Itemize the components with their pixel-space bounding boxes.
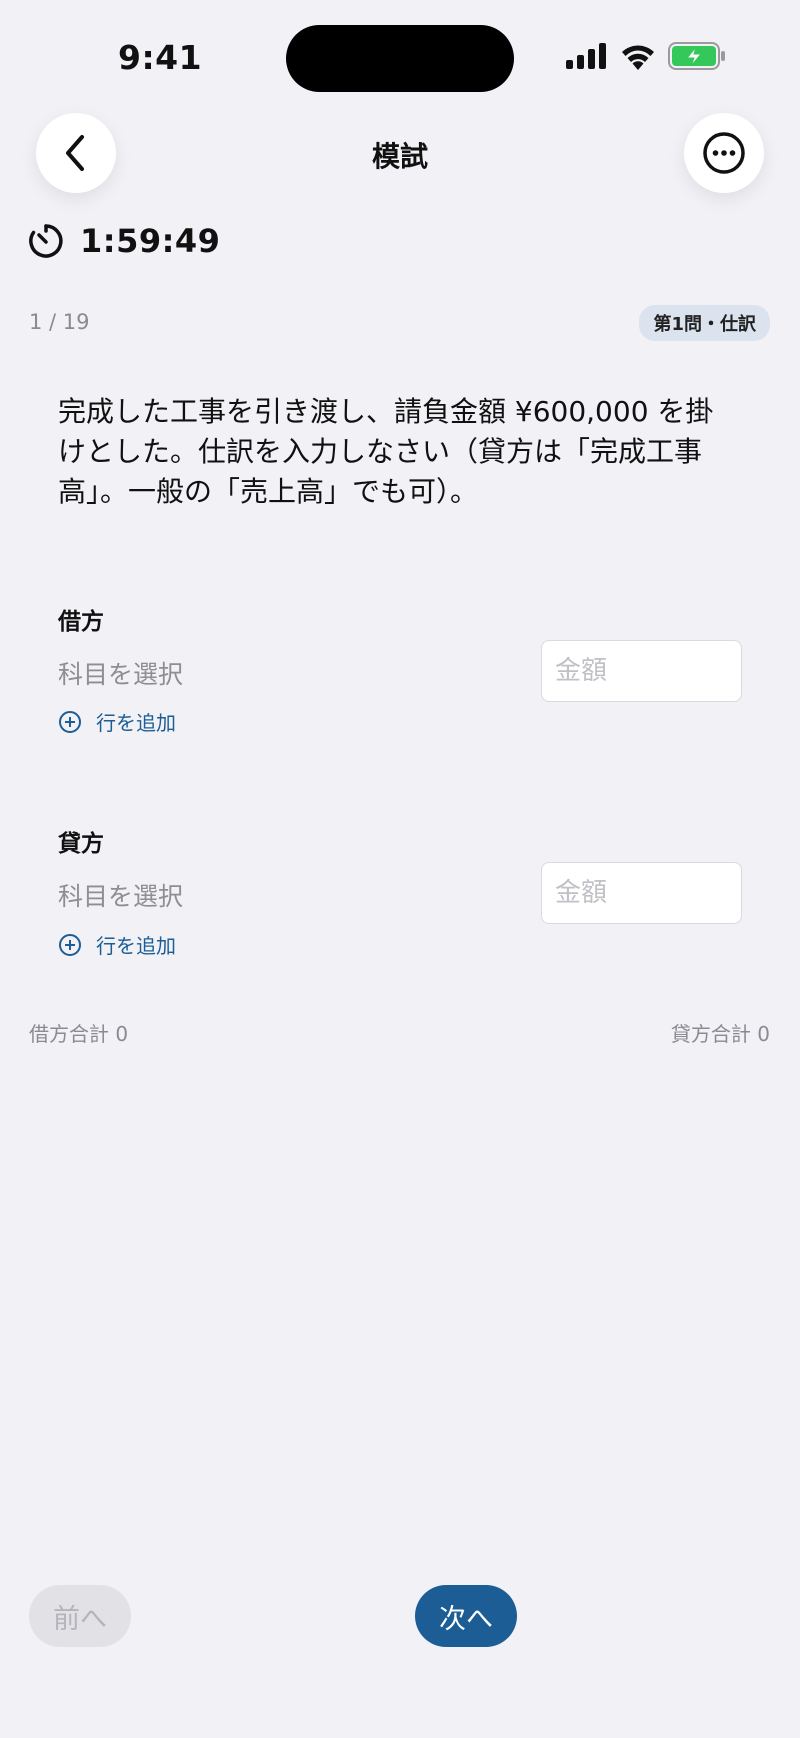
question-text: 完成した工事を引き渡し、請負金額 ¥600,000 を掛けとした。仕訳を入力しな… [58,395,714,508]
add-row-label: 行を追加 [96,934,176,958]
plus-circle-icon [59,710,81,733]
debit-account-select[interactable]: 科目を選択 [58,655,183,691]
question-progress: 1 / 19 [29,310,90,334]
debit-amount-input[interactable] [541,640,742,702]
status-icons [566,42,726,70]
mock-exam-screen: 9:41 模試 1:59:49 1 / 19 第1問・仕訳 完成した工事を引き渡… [0,0,800,1738]
battery-charging-icon [668,42,725,70]
plus-circle-icon [59,933,81,956]
more-options-button[interactable] [684,113,764,193]
credit-account-select[interactable]: 科目を選択 [58,877,183,913]
exam-timer: 1:59:49 [28,222,220,260]
page-title: 模試 [371,140,428,173]
more-circle-icon [703,132,745,174]
credit-label: 貸方 [58,831,104,857]
dynamic-island [286,25,514,92]
next-button[interactable]: 次へ [415,1585,517,1647]
timer-icon [29,224,63,258]
wifi-icon [622,45,654,70]
credit-add-row-button[interactable]: 行を追加 [58,930,176,959]
debit-add-row-button[interactable]: 行を追加 [58,707,176,736]
add-row-label: 行を追加 [96,711,176,735]
status-time: 9:41 [118,38,203,77]
signal-icon [566,43,606,69]
debit-total: 借方合計 0 [29,1022,129,1046]
timer-value: 1:59:49 [80,222,221,260]
credit-amount-input[interactable] [541,862,742,924]
section-badge: 第1問・仕訳 [639,305,770,341]
debit-label: 借方 [58,609,104,635]
credit-total: 貸方合計 0 [670,1022,770,1046]
prev-button[interactable]: 前へ [29,1585,131,1647]
